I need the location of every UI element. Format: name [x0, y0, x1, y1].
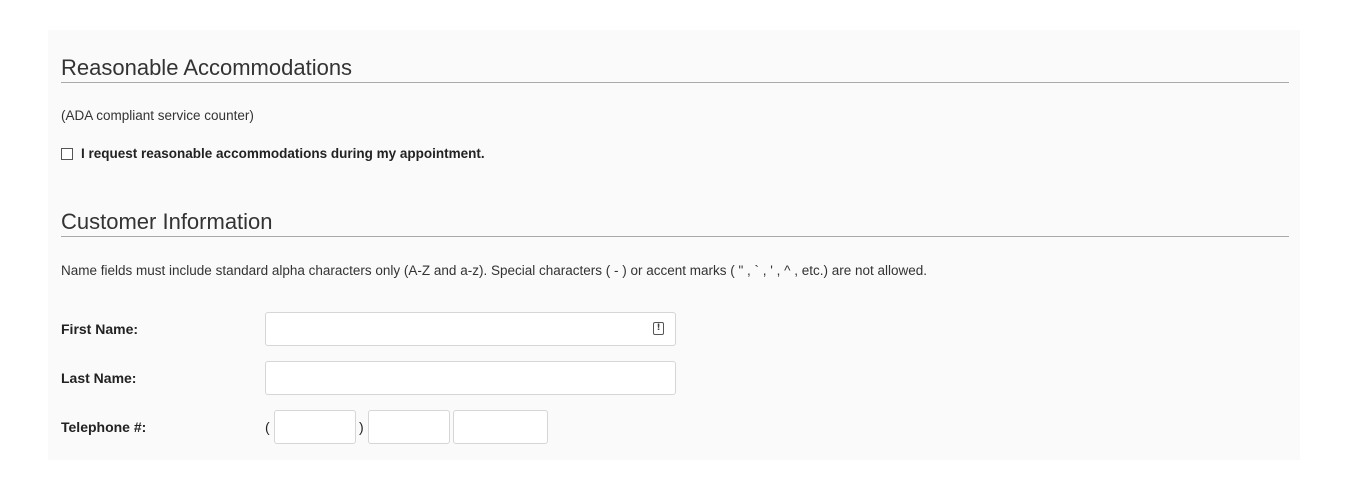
accommodations-checkbox[interactable]: [61, 147, 73, 160]
phone-close-paren: ): [359, 419, 364, 435]
form-panel: [48, 30, 1300, 460]
phone-open-paren: (: [265, 419, 270, 435]
accommodations-checkbox-label: I request reasonable accommodations duri…: [81, 146, 485, 161]
first-name-input[interactable]: [265, 312, 676, 346]
phone-area-code-input[interactable]: [274, 410, 356, 444]
phone-line-number-input[interactable]: [453, 410, 548, 444]
last-name-label: Last Name:: [61, 370, 137, 386]
autofill-warning-icon[interactable]: !: [653, 322, 664, 335]
last-name-input[interactable]: [265, 361, 676, 395]
accommodations-checkbox-row[interactable]: I request reasonable accommodations duri…: [61, 146, 485, 161]
section-title-customer-information: Customer Information: [61, 209, 1289, 237]
section-title-reasonable-accommodations: Reasonable Accommodations: [61, 55, 1289, 83]
first-name-label: First Name:: [61, 321, 139, 337]
name-fields-note: Name fields must include standard alpha …: [61, 263, 928, 278]
phone-prefix-input[interactable]: [368, 410, 450, 444]
ada-note: (ADA compliant service counter): [61, 108, 254, 123]
telephone-label: Telephone #:: [61, 419, 147, 435]
